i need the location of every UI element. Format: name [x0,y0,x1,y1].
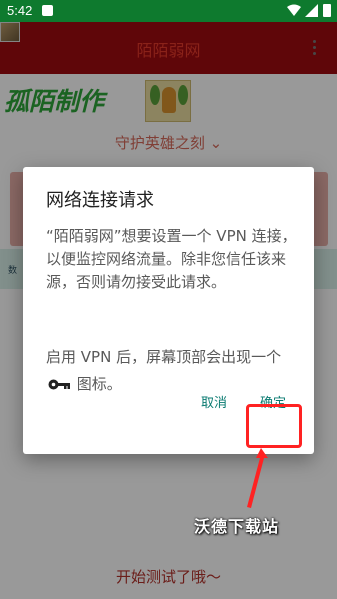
status-bar: 5:42 [0,0,337,22]
battery-icon [323,4,331,17]
annotation-arrow-icon [247,448,268,508]
dialog-note-before: 启用 VPN 后，屏幕顶部会出现一个 [46,348,282,366]
dialog-message: “陌陌弱网”想要设置一个 VPN 连接，以便监控网络流量。除非您信任该来源，否则… [46,227,297,291]
wifi-icon [287,4,301,16]
watermark-text: 沃德下载站 [194,517,280,536]
cancel-button[interactable]: 取消 [194,390,234,412]
notification-icon [42,5,53,16]
dialog-note-after: 图标。 [76,375,122,393]
status-time: 5:42 [7,3,33,18]
cellular-icon [305,4,318,17]
key-icon [48,379,70,390]
dialog-title: 网络连接请求 [46,190,154,211]
ok-highlight-box [246,404,302,448]
